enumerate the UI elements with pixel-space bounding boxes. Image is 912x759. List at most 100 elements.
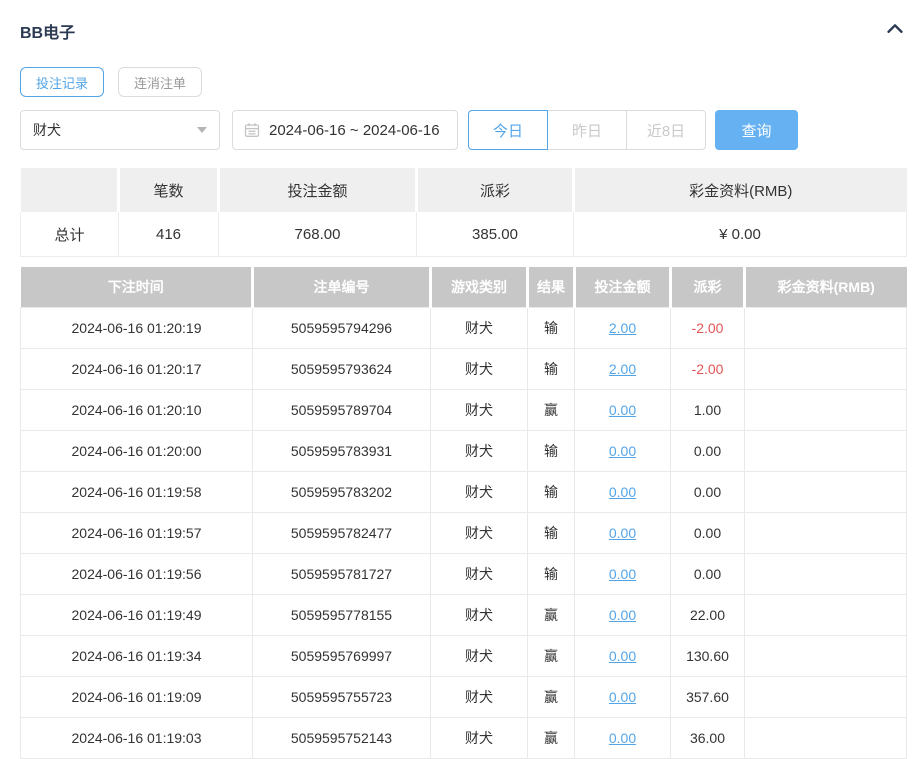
cell-bonus — [745, 390, 907, 431]
chevron-up-icon — [884, 18, 906, 45]
cell-bet-amount: 0.00 — [575, 390, 671, 431]
cell-bet-amount: 0.00 — [575, 718, 671, 759]
summary-header-row: 笔数投注金额派彩彩金资料(RMB) — [21, 168, 907, 212]
records-col-header-0: 下注时间 — [21, 267, 253, 308]
cell-game-type: 财犬 — [431, 349, 528, 390]
summary-col-header-3: 派彩 — [417, 168, 574, 212]
cell-bonus — [745, 349, 907, 390]
date-range-input[interactable]: 2024-06-16 ~ 2024-06-16 — [232, 110, 458, 150]
cell-bet-amount: 0.00 — [575, 677, 671, 718]
cell-bet-amount: 0.00 — [575, 431, 671, 472]
cell-bet-time: 2024-06-16 01:20:10 — [21, 390, 253, 431]
cell-order-id: 5059595778155 — [253, 595, 431, 636]
cell-bet-time: 2024-06-16 01:19:56 — [21, 554, 253, 595]
cell-order-id: 5059595783202 — [253, 472, 431, 513]
cell-result: 赢 — [528, 595, 575, 636]
search-button[interactable]: 查询 — [715, 110, 798, 150]
bet-amount-link[interactable]: 0.00 — [609, 402, 636, 418]
bet-amount-link[interactable]: 2.00 — [609, 320, 636, 336]
panel-header: BB电子 — [20, 0, 906, 42]
cell-bet-amount: 0.00 — [575, 595, 671, 636]
filter-bar: 财犬 2024-06-16 ~ 2024-06-16 今日昨日近8日 查询 — [20, 110, 906, 150]
cell-payout: 130.60 — [671, 636, 745, 677]
records-col-header-6: 彩金资料(RMB) — [745, 267, 907, 308]
cell-payout: 36.00 — [671, 718, 745, 759]
bet-amount-link[interactable]: 0.00 — [609, 730, 636, 746]
cell-payout: 22.00 — [671, 595, 745, 636]
quick-range-2[interactable]: 近8日 — [626, 110, 706, 150]
cell-order-id: 5059595769997 — [253, 636, 431, 677]
summary-col-header-0 — [21, 168, 119, 212]
cell-payout: 0.00 — [671, 554, 745, 595]
cell-game-type: 财犬 — [431, 472, 528, 513]
quick-range-0[interactable]: 今日 — [468, 110, 548, 150]
collapse-panel-button[interactable] — [884, 18, 906, 45]
cell-order-id: 5059595752143 — [253, 718, 431, 759]
cell-bonus — [745, 636, 907, 677]
game-select[interactable]: 财犬 — [20, 110, 220, 150]
records-col-header-5: 派彩 — [671, 267, 745, 308]
summary-col-header-4: 彩金资料(RMB) — [574, 168, 907, 212]
cell-result: 输 — [528, 349, 575, 390]
cell-bet-time: 2024-06-16 01:19:57 — [21, 513, 253, 554]
cell-order-id: 5059595789704 — [253, 390, 431, 431]
bet-amount-link[interactable]: 0.00 — [609, 607, 636, 623]
records-col-header-2: 游戏类别 — [431, 267, 528, 308]
date-range-value: 2024-06-16 ~ 2024-06-16 — [269, 122, 440, 139]
bet-amount-link[interactable]: 2.00 — [609, 361, 636, 377]
table-row: 2024-06-16 01:19:345059595769997财犬赢0.001… — [21, 636, 907, 677]
tab-0[interactable]: 投注记录 — [20, 67, 104, 97]
cell-payout: 357.60 — [671, 677, 745, 718]
game-select-value: 财犬 — [33, 120, 61, 140]
cell-order-id: 5059595755723 — [253, 677, 431, 718]
cell-order-id: 5059595793624 — [253, 349, 431, 390]
summary-col-header-2: 投注金额 — [219, 168, 417, 212]
cell-order-id: 5059595782477 — [253, 513, 431, 554]
records-col-header-3: 结果 — [528, 267, 575, 308]
cell-result: 赢 — [528, 718, 575, 759]
cell-game-type: 财犬 — [431, 677, 528, 718]
cell-payout: 0.00 — [671, 431, 745, 472]
cell-bonus — [745, 595, 907, 636]
bet-amount-link[interactable]: 0.00 — [609, 689, 636, 705]
records-header-row: 下注时间注单编号游戏类别结果投注金额派彩彩金资料(RMB) — [21, 267, 907, 308]
bet-amount-link[interactable]: 0.00 — [609, 443, 636, 459]
table-row: 2024-06-16 01:19:035059595752143财犬赢 0.00 3… — [21, 718, 907, 759]
summary-value-0: 416 — [119, 212, 219, 257]
calendar-icon — [244, 122, 260, 138]
quick-range-group: 今日昨日近8日 — [468, 110, 706, 150]
tab-1[interactable]: 连消注单 — [118, 67, 202, 97]
cell-result: 赢 — [528, 636, 575, 677]
records-table: 下注时间注单编号游戏类别结果投注金额派彩彩金资料(RMB) 2024-06-16… — [20, 267, 907, 759]
records-col-header-4: 投注金额 — [575, 267, 671, 308]
bet-amount-link[interactable]: 0.00 — [609, 484, 636, 500]
bet-amount-link[interactable]: 0.00 — [609, 525, 636, 541]
cell-bonus — [745, 472, 907, 513]
cell-bet-time: 2024-06-16 01:20:17 — [21, 349, 253, 390]
cell-result: 赢 — [528, 677, 575, 718]
summary-total-label: 总计 — [21, 212, 119, 257]
bet-amount-link[interactable]: 0.00 — [609, 566, 636, 582]
cell-bonus — [745, 431, 907, 472]
cell-bet-amount: 2.00 — [575, 349, 671, 390]
cell-order-id: 5059595781727 — [253, 554, 431, 595]
quick-range-1[interactable]: 昨日 — [547, 110, 627, 150]
cell-payout: 0.00 — [671, 472, 745, 513]
summary-table: 笔数投注金额派彩彩金资料(RMB) 总计416768.00385.00¥ 0.0… — [20, 168, 907, 257]
cell-bet-amount: 0.00 — [575, 554, 671, 595]
bet-amount-link[interactable]: 0.00 — [609, 648, 636, 664]
table-row: 2024-06-16 01:19:585059595783202财犬输0.000… — [21, 472, 907, 513]
cell-payout: 1.00 — [671, 390, 745, 431]
cell-game-type: 财犬 — [431, 718, 528, 759]
cell-result: 输 — [528, 431, 575, 472]
cell-payout: -2.00 — [671, 349, 745, 390]
cell-result: 输 — [528, 513, 575, 554]
chevron-down-icon — [197, 127, 207, 133]
cell-bet-time: 2024-06-16 01:19:03 — [21, 718, 253, 759]
table-row: 2024-06-16 01:20:195059595794296财犬输2.00-… — [21, 308, 907, 349]
cell-bet-time: 2024-06-16 01:19:09 — [21, 677, 253, 718]
summary-value-3: ¥ 0.00 — [574, 212, 907, 257]
summary-total-row: 总计416768.00385.00¥ 0.00 — [21, 212, 907, 257]
cell-bet-time: 2024-06-16 01:20:19 — [21, 308, 253, 349]
cell-result: 输 — [528, 308, 575, 349]
